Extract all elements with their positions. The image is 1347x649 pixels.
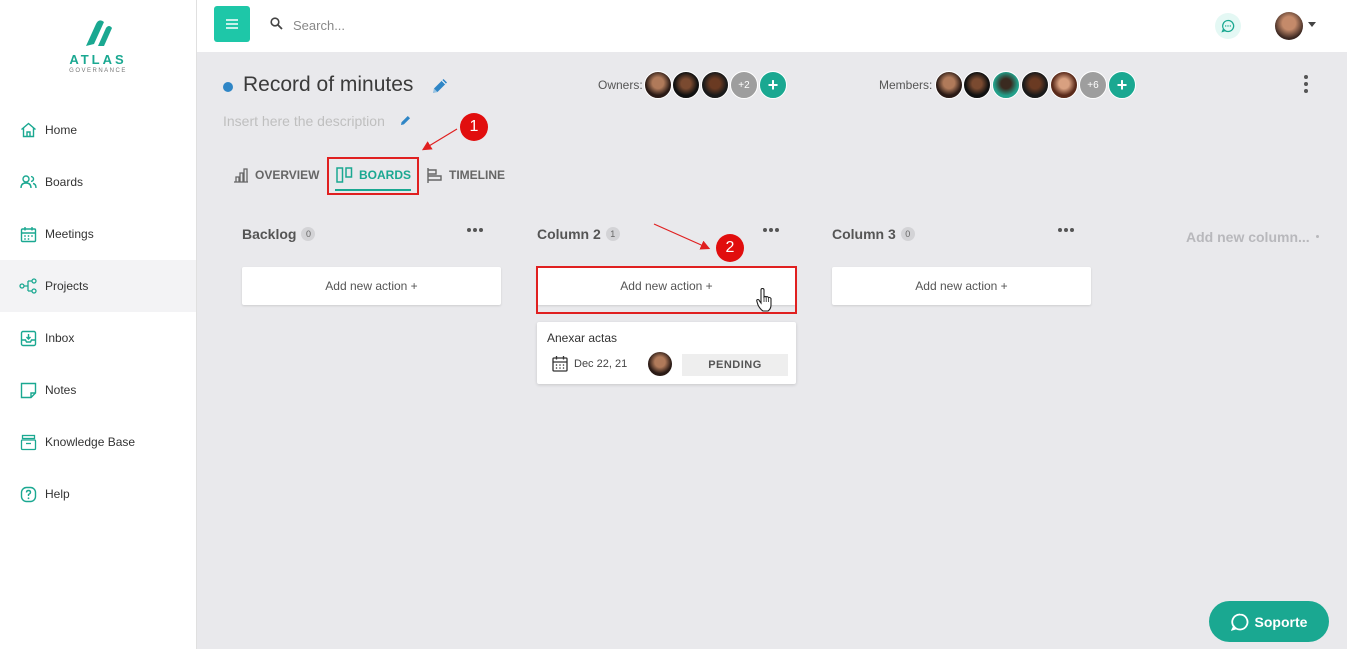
atlas-logo[interactable]: ATLAS GOVERNANCE (64, 16, 132, 86)
project-options-kebab-icon[interactable] (1302, 75, 1310, 95)
step-badge-2: 2 (716, 234, 744, 262)
home-icon (19, 121, 37, 139)
sidebar-item-label: Boards (45, 175, 84, 189)
search-input[interactable] (293, 14, 593, 36)
add-action-button[interactable]: Add new action + (242, 267, 501, 305)
timeline-icon (426, 167, 443, 184)
add-member-button[interactable]: + (1108, 71, 1136, 99)
sidebar-item-label: Projects (45, 279, 89, 293)
add-new-column-button[interactable]: Add new column... (1186, 229, 1310, 245)
sidebar-item-inbox[interactable]: Inbox (0, 312, 196, 364)
member-avatar[interactable] (992, 71, 1020, 99)
hand-cursor-icon (756, 287, 774, 317)
chevron-down-icon[interactable] (1308, 22, 1316, 27)
tab-label: TIMELINE (449, 168, 505, 182)
archive-icon (19, 433, 37, 451)
column-header-backlog: Backlog 0 (242, 226, 316, 242)
owners-more-badge[interactable]: +2 (730, 71, 758, 99)
sidebar-item-label: Inbox (45, 331, 75, 345)
column-title: Backlog (242, 226, 297, 242)
highlight-boards-tab (327, 157, 419, 195)
sidebar-item-label: Notes (45, 383, 77, 397)
sidebar-item-notes[interactable]: Notes (0, 364, 196, 416)
hamburger-icon (226, 19, 238, 29)
sidebar-item-home[interactable]: Home (0, 104, 196, 156)
members-more-badge[interactable]: +6 (1079, 71, 1107, 99)
project-tree-icon (19, 277, 37, 295)
members-label: Members: (879, 78, 933, 92)
card-assignee-avatar[interactable] (648, 352, 672, 376)
calendar-icon (552, 355, 568, 377)
sidebar-item-label: Knowledge Base (45, 435, 136, 449)
top-bar (197, 0, 1347, 52)
member-avatar[interactable] (963, 71, 991, 99)
add-owner-button[interactable]: + (759, 71, 787, 99)
logo-subtitle: GOVERNANCE (69, 68, 127, 74)
owners-label: Owners: (598, 78, 643, 92)
menu-toggle-button[interactable] (214, 6, 250, 42)
edit-description-pencil-icon[interactable] (399, 114, 412, 132)
user-avatar[interactable] (1275, 12, 1303, 40)
column-options-icon[interactable] (1058, 228, 1074, 232)
column-count-badge: 0 (900, 227, 915, 241)
inbox-icon (19, 329, 37, 347)
tab-timeline[interactable]: TIMELINE (426, 158, 505, 192)
sidebar-item-projects[interactable]: Projects (0, 260, 196, 312)
add-column-dot (1316, 235, 1319, 238)
owner-avatar[interactable] (672, 71, 700, 99)
atlas-logo-mark-icon (86, 20, 112, 46)
card-due-date: Dec 22, 21 (574, 358, 628, 370)
sidebar-item-help[interactable]: Help (0, 468, 196, 520)
support-label: Soporte (1254, 613, 1308, 630)
member-avatar[interactable] (1050, 71, 1078, 99)
chat-icon[interactable] (1215, 13, 1241, 39)
help-icon (19, 485, 37, 503)
column-title: Column 2 (537, 226, 601, 242)
action-card[interactable]: Anexar actas Dec 22, 21 PENDING (537, 322, 796, 384)
search-icon (270, 17, 283, 35)
tab-overview[interactable]: OVERVIEW (233, 158, 319, 192)
sidebar-item-boards[interactable]: Boards (0, 156, 196, 208)
project-status-dot (223, 82, 233, 92)
logo-name: ATLAS (69, 52, 127, 67)
card-title: Anexar actas (547, 331, 618, 345)
sidebar-item-knowledge-base[interactable]: Knowledge Base (0, 416, 196, 468)
owner-avatar[interactable] (701, 71, 729, 99)
column-options-icon[interactable] (467, 228, 483, 232)
note-icon (19, 381, 37, 399)
owner-avatar[interactable] (644, 71, 672, 99)
member-avatar[interactable] (935, 71, 963, 99)
sidebar-item-label: Meetings (45, 227, 94, 241)
support-chat-button[interactable]: Soporte (1209, 601, 1329, 642)
sidebar-item-meetings[interactable]: Meetings (0, 208, 196, 260)
column-count-badge: 1 (605, 227, 620, 241)
chat-bubble-icon (1230, 613, 1248, 631)
card-status-badge[interactable]: PENDING (682, 354, 788, 376)
step-badge-1: 1 (460, 113, 488, 141)
column-options-icon[interactable] (763, 228, 779, 232)
member-avatar[interactable] (1021, 71, 1049, 99)
chart-icon (233, 167, 249, 183)
sidebar-nav: Home Boards Meetings Projects Inbox Note… (0, 104, 196, 520)
column-header-column-3: Column 3 0 (832, 226, 915, 242)
add-action-button[interactable]: Add new action + (832, 267, 1091, 305)
project-description-input[interactable]: Insert here the description (223, 113, 385, 129)
sidebar: ATLAS GOVERNANCE Home Boards Meetings Pr… (0, 0, 197, 649)
calendar-icon (19, 225, 37, 243)
sidebar-item-label: Home (45, 123, 78, 137)
tab-label: OVERVIEW (255, 168, 320, 182)
sidebar-item-label: Help (45, 487, 70, 501)
users-icon (19, 173, 37, 191)
column-header-column-2: Column 2 1 (537, 226, 620, 242)
project-title: Record of minutes (243, 73, 414, 96)
column-title: Column 3 (832, 226, 896, 242)
column-count-badge: 0 (301, 227, 316, 241)
edit-title-pencil-icon[interactable] (430, 76, 450, 101)
